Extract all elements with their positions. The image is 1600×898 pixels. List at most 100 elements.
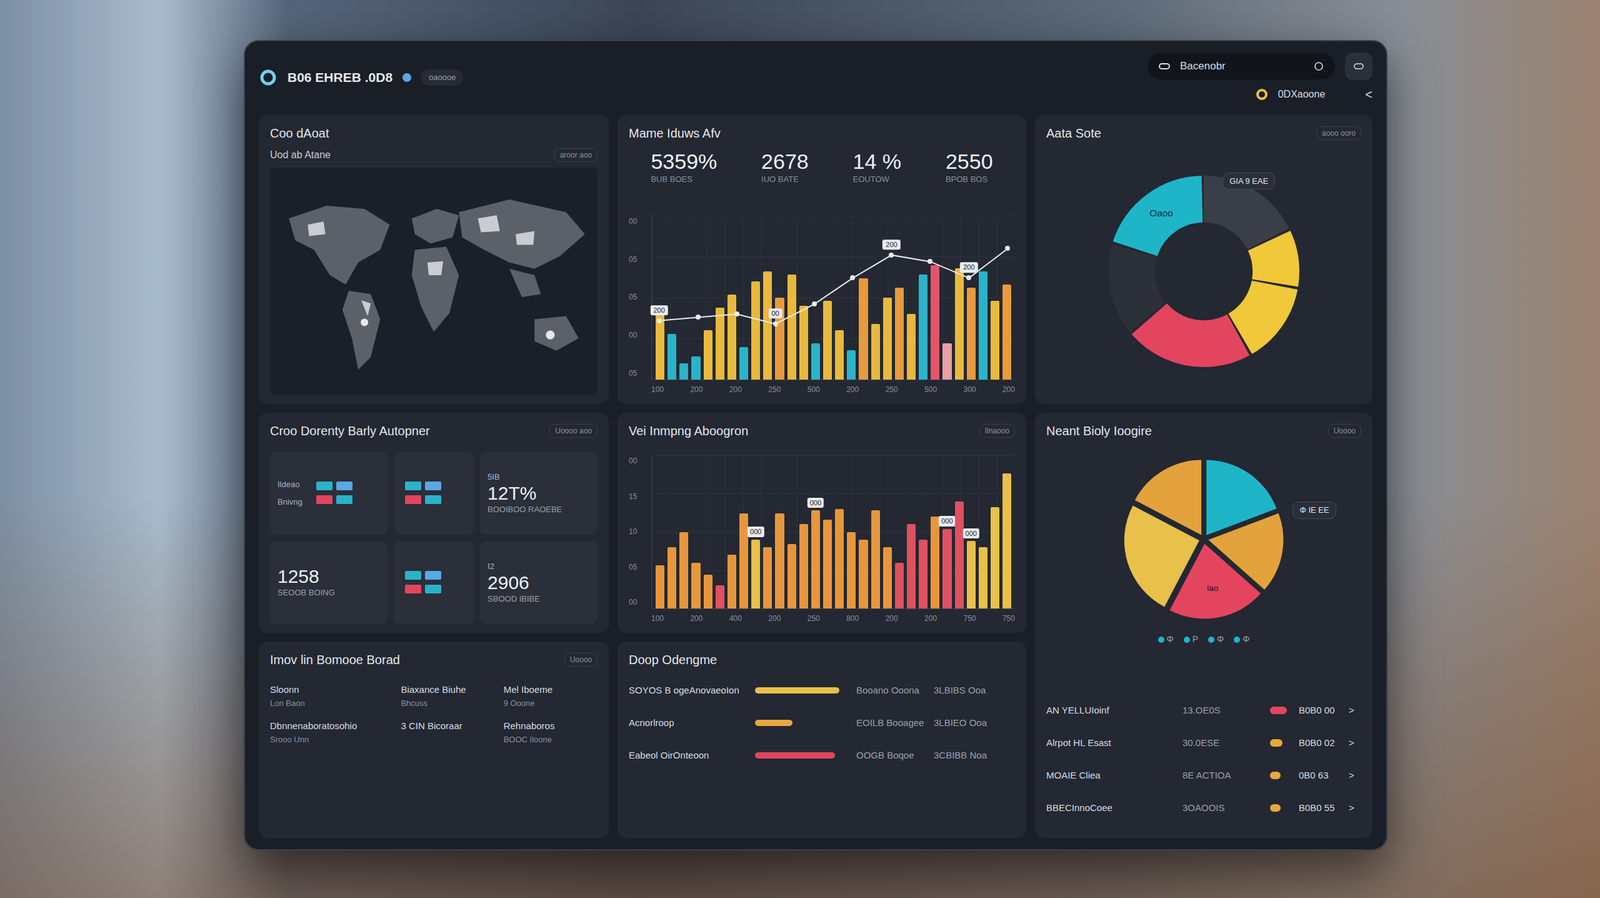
chart-bar[interactable] (739, 346, 749, 380)
chart-bar[interactable] (955, 501, 964, 609)
line-point[interactable] (927, 258, 933, 264)
ranking-row[interactable]: Alrpot HL Esast30.0ESEB0B0 02> (1046, 731, 1362, 754)
chart-bar[interactable] (667, 333, 677, 380)
chart-bar[interactable] (811, 343, 820, 380)
chart-bar[interactable] (751, 281, 760, 380)
chart-bar[interactable] (823, 300, 832, 380)
chart-bar[interactable] (691, 562, 700, 609)
chart-bar[interactable]: 000 (966, 540, 976, 609)
chart-bar[interactable] (906, 313, 916, 380)
legend-item[interactable]: Φ (1233, 632, 1250, 646)
chart-bar[interactable] (739, 513, 749, 609)
row-arrow[interactable]: > (1348, 735, 1362, 750)
chart-bar[interactable] (918, 539, 928, 609)
chart-bar[interactable] (703, 574, 713, 609)
chart-bar[interactable] (667, 546, 677, 609)
chart-bar[interactable] (715, 307, 725, 380)
world-map[interactable] (270, 167, 598, 395)
donut-segment[interactable] (1131, 198, 1276, 344)
chart-bar[interactable] (799, 523, 809, 609)
chart-bar[interactable] (835, 508, 844, 609)
chart-bar[interactable] (787, 274, 797, 380)
chart-bar[interactable] (1002, 284, 1012, 380)
chart-bar[interactable] (918, 274, 928, 380)
panel-menu[interactable]: Uoooo aoo (549, 423, 598, 438)
chart-bar[interactable] (883, 546, 892, 609)
panel-menu[interactable]: Uoooo (564, 652, 598, 667)
donut-segment[interactable] (1131, 198, 1276, 344)
chart-bar[interactable] (883, 297, 892, 380)
ranking-row[interactable]: MOAIE Cliea8E ACTIOA0B0 63> (1046, 763, 1362, 787)
chart-bar[interactable] (763, 546, 772, 609)
ranking-row[interactable]: BBECInnoCoee3OAOOISB0B0 55> (1046, 796, 1362, 819)
panel-menu[interactable]: aooo ooro (1316, 126, 1362, 140)
panel-menu[interactable]: Ilnaooo (979, 423, 1015, 438)
progress-row[interactable]: SOYOS B ogeAnovaeoIonBooano Ooona3LBIBS … (628, 678, 1015, 702)
chart-bar[interactable] (787, 543, 797, 609)
chart-bar[interactable] (679, 531, 689, 609)
search-field[interactable]: Bacenobr (1147, 53, 1335, 80)
line-point[interactable] (966, 275, 972, 280)
board-item[interactable]: SloonnLon Baon (270, 682, 392, 709)
progress-row[interactable]: AcnorlroopEOILB Booagee3LBIEO Ooa (628, 711, 1015, 734)
chart-bar[interactable] (715, 585, 725, 609)
chart-bar[interactable] (691, 356, 700, 380)
legend-item[interactable]: P (1183, 632, 1199, 646)
chart-bar[interactable] (846, 350, 856, 380)
chart-bar[interactable] (799, 305, 809, 380)
stat-tile[interactable]: IldeaoBnivng (270, 451, 388, 535)
chart-bar[interactable] (1002, 473, 1012, 609)
board-item[interactable]: Biaxance BiuheBhcuss (400, 682, 495, 709)
line-point[interactable] (656, 318, 662, 324)
chart-bar[interactable] (930, 516, 940, 609)
chart-bar[interactable] (895, 562, 904, 609)
stat-tile[interactable] (393, 451, 474, 535)
stat-tile[interactable]: 1258SEOOB BOING (270, 540, 388, 624)
pie-slice[interactable] (1135, 460, 1202, 535)
chart-bar[interactable] (727, 554, 737, 609)
line-point[interactable] (773, 321, 779, 327)
chart-bar[interactable] (871, 323, 880, 380)
chart-bar[interactable] (895, 287, 904, 380)
chart-bar[interactable] (990, 506, 1000, 609)
legend-item[interactable]: Φ (1208, 632, 1224, 646)
chart-bar[interactable] (763, 271, 772, 380)
chart-bar[interactable]: 000 (942, 528, 952, 609)
stat-tile[interactable]: I22906SBOOD IBIBE (480, 540, 598, 624)
line-point[interactable] (888, 252, 894, 258)
line-point[interactable] (695, 314, 701, 320)
back-button[interactable]: < (1365, 85, 1373, 104)
chart-bar[interactable] (906, 523, 916, 609)
line-point[interactable] (734, 311, 740, 317)
row-arrow[interactable]: > (1348, 800, 1362, 815)
stat-tile[interactable] (393, 540, 474, 624)
donut-segment[interactable] (1131, 198, 1276, 344)
chart-bar[interactable] (942, 343, 952, 380)
board-item[interactable]: 3 CIN Bicoraar (400, 718, 495, 745)
stat-tile[interactable]: 5IB12T%BOOIBOO RAOEBE (480, 451, 598, 535)
line-point[interactable] (811, 301, 817, 307)
panel-menu[interactable]: Uoooo (1328, 423, 1362, 438)
board-item[interactable]: Mel Iboeme9 Ooone (503, 682, 598, 709)
chart-bar[interactable] (966, 287, 976, 380)
chart-bar[interactable] (978, 271, 988, 380)
line-point[interactable] (850, 275, 855, 280)
chart-bar[interactable] (679, 363, 689, 380)
chart-bar[interactable] (930, 265, 940, 380)
line-point[interactable] (1005, 245, 1010, 251)
donut-segment[interactable] (1131, 198, 1276, 344)
user-name[interactable]: 0DXaoone (1278, 86, 1326, 102)
board-item[interactable]: DbnnenaboratosohioSrooo Unn (270, 718, 392, 745)
chart-bar[interactable] (655, 565, 665, 609)
chart-bar[interactable] (703, 330, 713, 380)
donut-segment[interactable] (1131, 198, 1276, 344)
chart-bar[interactable] (775, 513, 784, 609)
chart-bar[interactable] (955, 268, 964, 380)
chart-bar[interactable] (871, 510, 880, 609)
chart-bar[interactable]: 000 (811, 510, 820, 609)
map-menu[interactable]: aroor aoo (554, 148, 598, 162)
chart-bar[interactable] (823, 519, 832, 609)
chart-bar[interactable] (727, 294, 737, 380)
ranking-row[interactable]: AN YELLUIoinf13.OE0SB0B0 00> (1046, 698, 1362, 722)
board-item[interactable]: RehnaborosBOOC Iloone (503, 718, 598, 745)
